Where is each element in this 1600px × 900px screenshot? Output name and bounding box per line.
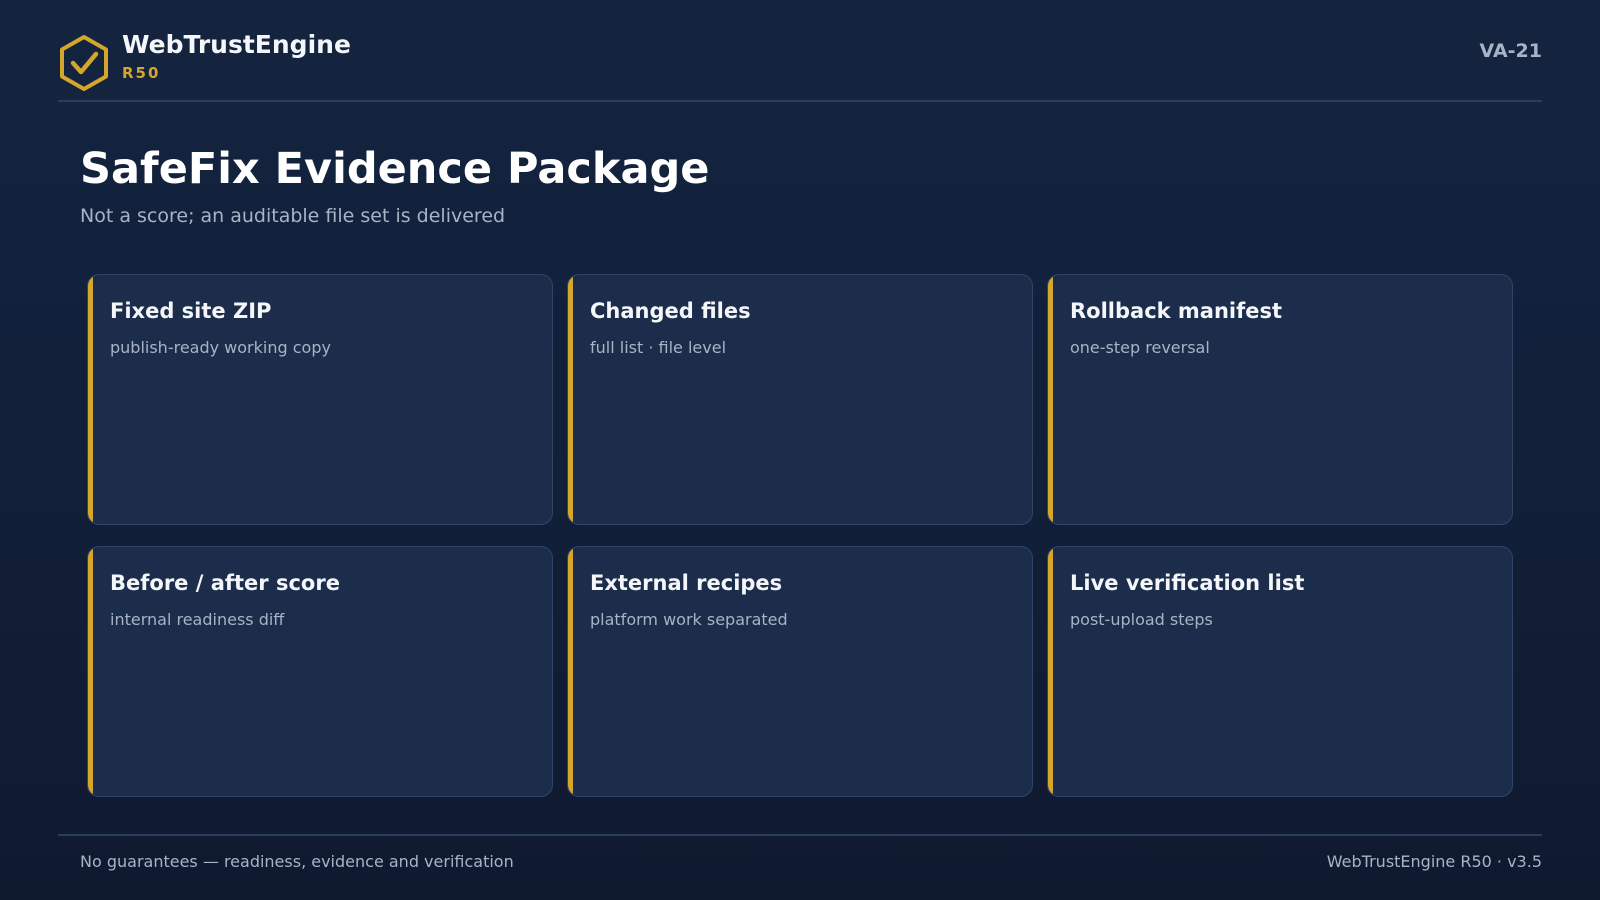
card-description: post-upload steps bbox=[1070, 610, 1213, 629]
card-live-verification-list: Live verification list post-upload steps bbox=[1047, 546, 1513, 797]
document-code: VA-21 bbox=[1479, 40, 1542, 62]
card-fixed-site-zip: Fixed site ZIP publish-ready working cop… bbox=[87, 274, 553, 525]
card-title: Changed files bbox=[590, 299, 751, 323]
card-description: publish-ready working copy bbox=[110, 338, 331, 357]
footer-version: WebTrustEngine R50 · v3.5 bbox=[1326, 852, 1542, 871]
footer-divider bbox=[58, 834, 1542, 836]
header-divider bbox=[58, 100, 1542, 102]
card-accent-bar bbox=[88, 275, 93, 524]
card-title: Live verification list bbox=[1070, 571, 1305, 595]
page-title: SafeFix Evidence Package bbox=[80, 144, 710, 194]
card-title: Fixed site ZIP bbox=[110, 299, 272, 323]
card-accent-bar bbox=[1048, 275, 1053, 524]
card-accent-bar bbox=[568, 547, 573, 796]
card-description: one-step reversal bbox=[1070, 338, 1210, 357]
card-changed-files: Changed files full list · file level bbox=[567, 274, 1033, 525]
card-description: internal readiness diff bbox=[110, 610, 285, 629]
card-external-recipes: External recipes platform work separated bbox=[567, 546, 1033, 797]
card-before-after-score: Before / after score internal readiness … bbox=[87, 546, 553, 797]
page-subtitle: Not a score; an auditable file set is de… bbox=[80, 205, 506, 227]
evidence-card-grid: Fixed site ZIP publish-ready working cop… bbox=[87, 274, 1513, 797]
card-accent-bar bbox=[568, 275, 573, 524]
app-header: WebTrustEngine R50 VA-21 bbox=[58, 30, 1542, 100]
card-accent-bar bbox=[1048, 547, 1053, 796]
card-title: Rollback manifest bbox=[1070, 299, 1283, 323]
card-description: platform work separated bbox=[590, 610, 788, 629]
card-title: Before / after score bbox=[110, 571, 340, 595]
card-description: full list · file level bbox=[590, 338, 727, 357]
brand-name: WebTrustEngine bbox=[122, 30, 351, 59]
card-title: External recipes bbox=[590, 571, 783, 595]
footer-disclaimer: No guarantees — readiness, evidence and … bbox=[80, 852, 514, 871]
hexagon-check-icon bbox=[60, 35, 108, 91]
card-rollback-manifest: Rollback manifest one-step reversal bbox=[1047, 274, 1513, 525]
card-accent-bar bbox=[88, 547, 93, 796]
brand-subtitle: R50 bbox=[122, 64, 161, 82]
